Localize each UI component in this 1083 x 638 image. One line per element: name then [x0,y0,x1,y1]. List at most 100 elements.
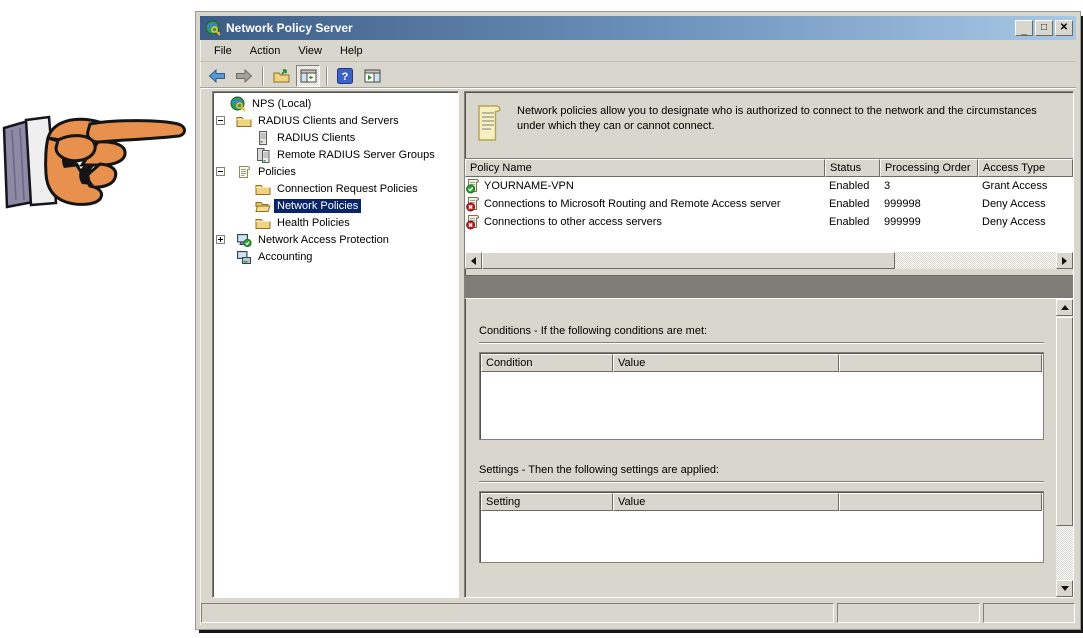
policy-row[interactable]: Connections to other access servers Enab… [465,213,1073,231]
back-icon [208,68,225,83]
pointing-hand-icon [2,115,186,209]
scroll-left-icon [471,256,476,265]
sidebar-item-network-policies[interactable]: Network Policies [213,197,458,214]
help-icon: ? [337,67,353,84]
tree-item-label: RADIUS Clients [277,131,356,144]
column-header-setting-value[interactable]: Value [613,493,839,511]
sidebar-item-health-policies[interactable]: Health Policies [213,214,458,231]
column-header-processing-order[interactable]: Processing Order [880,159,978,177]
sidebar-item-network-access-protection[interactable]: Network Access Protection [213,231,458,248]
forward-button[interactable] [232,65,256,87]
nps-app-icon [205,20,221,36]
policy-access-type: Grant Access [982,180,1048,192]
policy-status: Enabled [829,198,870,210]
sidebar-item-nps-local[interactable]: NPS (Local) [213,95,458,112]
sidebar-item-radius-clients-and-servers[interactable]: RADIUS Clients and Servers [213,112,458,129]
tree-item-label: Policies [258,165,296,178]
sidebar-item-remote-radius-server-groups[interactable]: Remote RADIUS Server Groups [213,146,458,163]
scroll-down-icon [1060,586,1069,591]
scroll-left-button[interactable] [465,252,482,269]
policy-processing-order: 999998 [884,198,921,210]
policy-name: Connections to other access servers [484,216,662,228]
settings-table: Setting Value [479,491,1044,563]
nap-computer-icon [236,233,252,247]
policy-description-banner: Network policies allow you to designate … [465,92,1073,158]
expand-icon[interactable] [216,235,225,244]
sidebar-item-radius-clients[interactable]: RADIUS Clients [213,129,458,146]
minimize-button[interactable]: _ [1015,20,1033,36]
maximize-button[interactable]: □ [1035,20,1053,36]
tree-item-label: Connection Request Policies [277,182,418,195]
column-header-condition[interactable]: Condition [481,354,613,372]
show-hide-action-pane-button[interactable] [360,65,384,87]
title-bar[interactable]: Network Policy Server _ □ ✕ [200,16,1076,40]
help-button[interactable]: ? [333,65,357,87]
show-hide-console-tree-icon [300,69,316,82]
conditions-table-body [480,373,1043,439]
export-list-button[interactable] [269,65,293,87]
policy-row[interactable]: YOURNAME-VPN Enabled 3 Grant Access [465,177,1073,195]
scroll-down-button[interactable] [1056,580,1073,597]
network-policy-server-window: Network Policy Server _ □ ✕ File Action … [196,12,1080,629]
column-header-condition-value[interactable]: Value [613,354,839,372]
policy-name: Connections to Microsoft Routing and Rem… [484,198,781,210]
folder-open-icon [255,201,271,212]
vertical-scrollbar[interactable] [1056,299,1073,597]
menu-action[interactable]: Action [242,42,289,60]
tree-item-label: Accounting [258,250,313,263]
menu-help[interactable]: Help [332,42,371,60]
column-header-blank[interactable] [839,354,1042,372]
vertical-scroll-thumb[interactable] [1056,317,1073,526]
column-header-blank[interactable] [839,493,1042,511]
policy-scroll-icon [239,165,250,178]
menu-view[interactable]: View [290,42,330,60]
column-header-access-type[interactable]: Access Type [978,159,1073,177]
sidebar-item-accounting[interactable]: Accounting [213,248,458,265]
tree-item-label: Remote RADIUS Server Groups [277,148,435,161]
menu-file[interactable]: File [206,42,240,60]
policy-row[interactable]: Connections to Microsoft Routing and Rem… [465,195,1073,213]
back-button[interactable] [205,65,229,87]
window-title: Network Policy Server [226,21,353,35]
console-main-area: NPS (Local) RADIUS Clients and Servers R… [200,89,1076,601]
folder-icon [255,184,271,195]
settings-table-body [480,512,1043,562]
folder-icon [255,218,271,229]
export-list-icon [273,68,289,82]
policy-processing-order: 3 [884,180,891,192]
conditions-heading: Conditions - If the following conditions… [479,325,708,337]
horizontal-scroll-thumb[interactable] [482,252,896,269]
divider [479,481,1044,483]
divider [479,342,1044,344]
console-tree-pane[interactable]: NPS (Local) RADIUS Clients and Servers R… [212,91,459,598]
menu-bar: File Action View Help [200,40,1076,62]
column-header-status[interactable]: Status [825,159,880,177]
details-title-band [465,275,1073,299]
show-hide-console-tree-button[interactable] [296,64,320,87]
scroll-right-button[interactable] [1056,252,1073,269]
server-icon [259,130,267,145]
server-group-icon [257,147,270,163]
close-button[interactable]: ✕ [1055,20,1073,36]
forward-icon [236,68,253,83]
status-message-panel [201,603,834,623]
horizontal-scroll-track[interactable] [482,252,1056,269]
sidebar-item-connection-request-policies[interactable]: Connection Request Policies [213,180,458,197]
toolbar-separator [262,66,263,85]
conditions-table: Condition Value [479,352,1044,440]
column-header-setting[interactable]: Setting [481,493,613,511]
vertical-scroll-track[interactable] [1056,316,1073,580]
folder-icon [236,116,252,127]
column-header-policy-name[interactable]: Policy Name [465,159,825,177]
policy-deny-icon [466,197,479,212]
sidebar-item-policies[interactable]: Policies [213,163,458,180]
policy-list: Policy Name Status Processing Order Acce… [465,158,1073,269]
policy-list-header: Policy Name Status Processing Order Acce… [465,159,1073,177]
toolbar: ? [200,62,1076,89]
collapse-icon[interactable] [216,116,225,125]
horizontal-scrollbar[interactable] [465,252,1073,269]
scroll-up-button[interactable] [1056,299,1073,316]
tree-item-label: RADIUS Clients and Servers [258,114,399,127]
accounting-icon [237,250,251,264]
collapse-icon[interactable] [216,167,225,176]
